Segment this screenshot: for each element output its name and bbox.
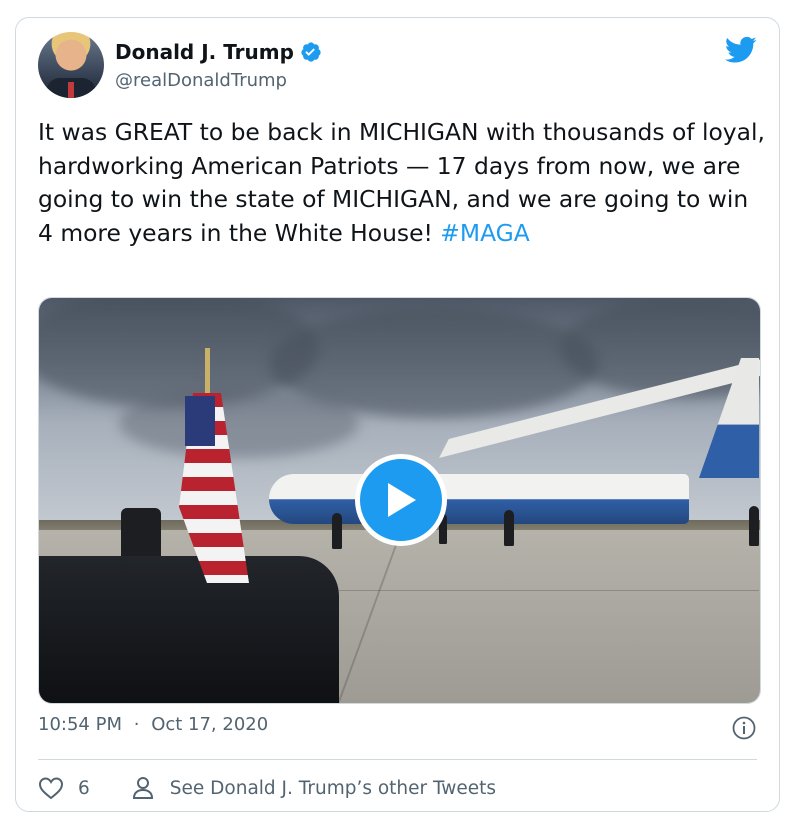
- video-player[interactable]: [38, 297, 761, 704]
- tweet-time: 10:54 PM: [38, 714, 122, 735]
- verified-badge-icon: [301, 42, 321, 62]
- play-icon: [388, 483, 416, 517]
- limousine: [39, 556, 339, 703]
- tweet-text: It was GREAT to be back in MICHIGAN with…: [38, 116, 768, 250]
- person-silhouette: [749, 506, 759, 546]
- other-tweets-link[interactable]: See Donald J. Trump’s other Tweets: [132, 776, 496, 800]
- play-button[interactable]: [355, 454, 447, 546]
- person-icon: [132, 777, 153, 799]
- author-name-row: Donald J. Trump: [115, 40, 322, 64]
- cloud: [119, 388, 359, 458]
- heart-icon: [38, 777, 64, 800]
- meta-separator: ·: [133, 714, 140, 735]
- tweet-body: It was GREAT to be back in MICHIGAN with…: [38, 118, 773, 247]
- like-button[interactable]: 6: [38, 776, 90, 800]
- info-icon[interactable]: [732, 716, 756, 740]
- other-tweets-label: See Donald J. Trump’s other Tweets: [169, 777, 497, 799]
- tarmac-seam: [337, 530, 403, 703]
- person-silhouette: [332, 513, 342, 549]
- tweet-timestamp[interactable]: 10:54 PM · Oct 17, 2020: [38, 714, 268, 735]
- person-silhouette: [504, 510, 514, 546]
- avatar-tie: [68, 82, 74, 98]
- tarmac-seam: [339, 590, 759, 591]
- twitter-bird-icon[interactable]: [725, 36, 757, 64]
- author-handle[interactable]: @realDonaldTrump: [115, 70, 287, 91]
- like-count: 6: [78, 777, 90, 799]
- tweet-date: Oct 17, 2020: [151, 714, 269, 735]
- author-name[interactable]: Donald J. Trump: [115, 40, 294, 64]
- hashtag-link[interactable]: #MAGA: [440, 219, 530, 247]
- divider: [38, 759, 757, 760]
- tweet-actions: 6 See Donald J. Trump’s other Tweets: [38, 770, 496, 806]
- tweet-card: Donald J. Trump @realDonaldTrump It was …: [15, 17, 780, 812]
- flag-canton: [185, 396, 215, 446]
- author-avatar[interactable]: [38, 32, 104, 98]
